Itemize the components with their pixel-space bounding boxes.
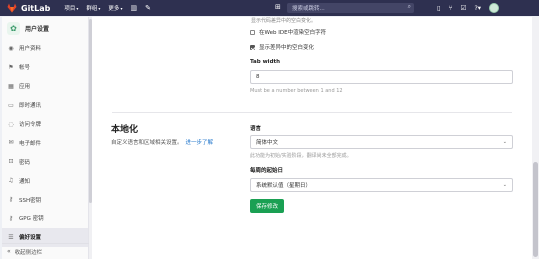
first-day-select[interactable]: 系统默认值（星期日） ⌄: [250, 178, 513, 192]
cut-off-help-text: 显示代码差异中的空白变化。: [251, 18, 317, 24]
nav-more-label: 更多: [108, 6, 120, 12]
nav-groups[interactable]: 群组 ▾: [86, 4, 101, 13]
chevron-down-icon: ▾: [98, 5, 101, 11]
gitlab-logo[interactable]: GitLab: [7, 3, 50, 13]
token-icon: ◌: [8, 120, 14, 128]
gpg-key-icon: ⚷: [8, 214, 14, 222]
sidebar-item-profile[interactable]: ◉ 用户资料: [2, 39, 88, 58]
sidebar-item-password[interactable]: ⊡ 密码: [2, 152, 88, 171]
language-label: 语言: [250, 126, 262, 132]
chevron-down-icon: ▾: [120, 5, 123, 11]
preferences-icon: ☰: [8, 233, 14, 241]
sidebar-item-label: 即时通讯: [19, 103, 42, 110]
user-settings-avatar-icon: ✿: [7, 21, 20, 35]
sidebar-item-label: 帐号: [19, 65, 31, 72]
search-placeholder: 搜索或跳转...: [292, 6, 325, 12]
applications-icon: ▦: [8, 82, 14, 90]
email-icon: ✉: [8, 139, 14, 147]
first-day-label: 每周的起始日: [250, 168, 284, 174]
localization-description-text: 自定义语言和区域相关设置。: [111, 140, 183, 146]
show-whitespace-diff-checkbox[interactable]: 显示差异中的空白变化: [250, 43, 314, 51]
sidebar-item-account[interactable]: ⚑ 帐号: [2, 58, 88, 77]
help-icon[interactable]: ?▾: [474, 4, 481, 12]
tab-width-label: Tab width: [250, 59, 281, 65]
tab-width-help: Must be a number between 1 and 12: [250, 88, 343, 94]
language-selected-value: 简体中文: [256, 140, 279, 146]
sidebar-item-label: SSH密钥: [19, 197, 42, 204]
sidebar-item-ssh-keys[interactable]: ⚷ SSH密钥: [2, 190, 88, 209]
sidebar-header-title: 用户设置: [25, 25, 50, 33]
sidebar-item-access-tokens[interactable]: ◌ 访问令牌: [2, 115, 88, 134]
learn-more-link[interactable]: 进一步了解: [186, 140, 214, 146]
avatar[interactable]: [489, 3, 500, 13]
settings-sidebar: ✿ 用户设置 ◉ 用户资料 ⚑ 帐号 ▦ 应用 ▭ 即时通讯 ◌ 访问令牌 ✉ 电子邮件 ⊡…: [2, 17, 89, 259]
plus-icon[interactable]: ⊞: [275, 3, 281, 11]
sidebar-item-applications[interactable]: ▦ 应用: [2, 77, 88, 96]
sidebar-item-gpg-keys[interactable]: ⚷ GPG 密钥: [2, 209, 88, 228]
preferences-content: 显示代码差异中的空白变化。 在Web IDE中渲染空白字符 显示差异中的空白变化…: [92, 17, 532, 259]
checkbox-unchecked[interactable]: [250, 29, 255, 35]
double-chevron-left-icon: «: [7, 248, 11, 255]
checkbox-checked[interactable]: [250, 44, 255, 50]
language-help: 此功能为初始/实验阶段，翻译尚未全部完成。: [250, 153, 352, 159]
sidebar-header[interactable]: ✿ 用户设置: [2, 17, 88, 39]
language-select[interactable]: 简体中文 ⌄: [250, 135, 513, 149]
main-scrollbar-thumb[interactable]: [533, 162, 538, 257]
top-navbar: GitLab 项目 ▾ 群组 ▾ 更多 ▾ ▥ ✎ ⊞ 搜索或跳转... ⌕ ▯ ⑂ …: [0, 0, 539, 16]
top-nav: 项目 ▾ 群组 ▾ 更多 ▾ ▥ ✎: [64, 4, 159, 12]
tab-width-value: 8: [256, 74, 260, 80]
gitlab-logo-icon: [7, 3, 17, 13]
chevron-down-icon: ▾: [76, 5, 79, 11]
section-divider: [112, 112, 512, 113]
chart-icon[interactable]: ▥: [130, 4, 137, 12]
nav-projects-label: 项目: [64, 6, 76, 12]
sidebar-item-notifications[interactable]: ♫ 通知: [2, 171, 88, 190]
bell-icon: ♫: [8, 177, 14, 185]
main-scrollbar[interactable]: [532, 17, 539, 259]
account-icon: ⚑: [8, 63, 14, 71]
top-right-icons: ▯ ⑂ ☑ ?▾: [437, 3, 507, 13]
sidebar-item-label: 偏好设置: [19, 235, 42, 242]
sidebar-item-label: 电子邮件: [19, 140, 42, 147]
sidebar-item-label: 通知: [19, 178, 31, 185]
todo-icon[interactable]: ☑: [460, 4, 466, 12]
sidebar-item-label: 访问令牌: [19, 122, 42, 128]
checkbox-label: 显示差异中的空白变化: [259, 45, 315, 51]
wrench-icon[interactable]: ✎: [145, 4, 151, 12]
lock-icon: ⊡: [8, 158, 14, 166]
issues-icon[interactable]: ▯: [437, 4, 441, 12]
merge-request-icon[interactable]: ⑂: [449, 4, 453, 12]
key-icon: ⚷: [8, 196, 14, 204]
user-icon: ◉: [8, 44, 14, 52]
collapse-sidebar-label: 收起侧边栏: [14, 249, 43, 256]
chat-icon: ▭: [8, 101, 14, 109]
nav-groups-label: 群组: [86, 6, 98, 12]
chevron-down-icon: ⌄: [502, 139, 507, 145]
render-whitespace-webide-checkbox[interactable]: 在Web IDE中渲染空白字符: [250, 28, 326, 36]
chevron-down-icon: ⌄: [502, 182, 507, 188]
localization-title: 本地化: [111, 125, 139, 135]
localization-description: 自定义语言和区域相关设置。 进一步了解: [111, 138, 213, 146]
gitlab-logo-text: GitLab: [21, 3, 51, 13]
search-input[interactable]: 搜索或跳转... ⌕: [287, 3, 414, 13]
sidebar-item-label: 密码: [19, 159, 31, 166]
sidebar-item-emails[interactable]: ✉ 电子邮件: [2, 133, 88, 152]
sidebar-item-label: 用户资料: [19, 46, 42, 53]
first-day-selected-value: 系统默认值（星期日）: [256, 183, 312, 189]
search-icon: ⌕: [407, 3, 411, 10]
nav-more[interactable]: 更多 ▾: [108, 4, 123, 13]
sidebar-item-label: 应用: [19, 84, 31, 91]
save-changes-button[interactable]: 保存修改: [250, 199, 285, 213]
checkbox-label: 在Web IDE中渲染空白字符: [259, 30, 327, 36]
tab-width-input[interactable]: 8: [250, 70, 513, 84]
sidebar-item-chat[interactable]: ▭ 即时通讯: [2, 96, 88, 115]
collapse-sidebar-button[interactable]: «收起侧边栏: [2, 243, 89, 259]
nav-projects[interactable]: 项目 ▾: [64, 4, 79, 13]
sidebar-item-label: GPG 密钥: [19, 216, 44, 223]
